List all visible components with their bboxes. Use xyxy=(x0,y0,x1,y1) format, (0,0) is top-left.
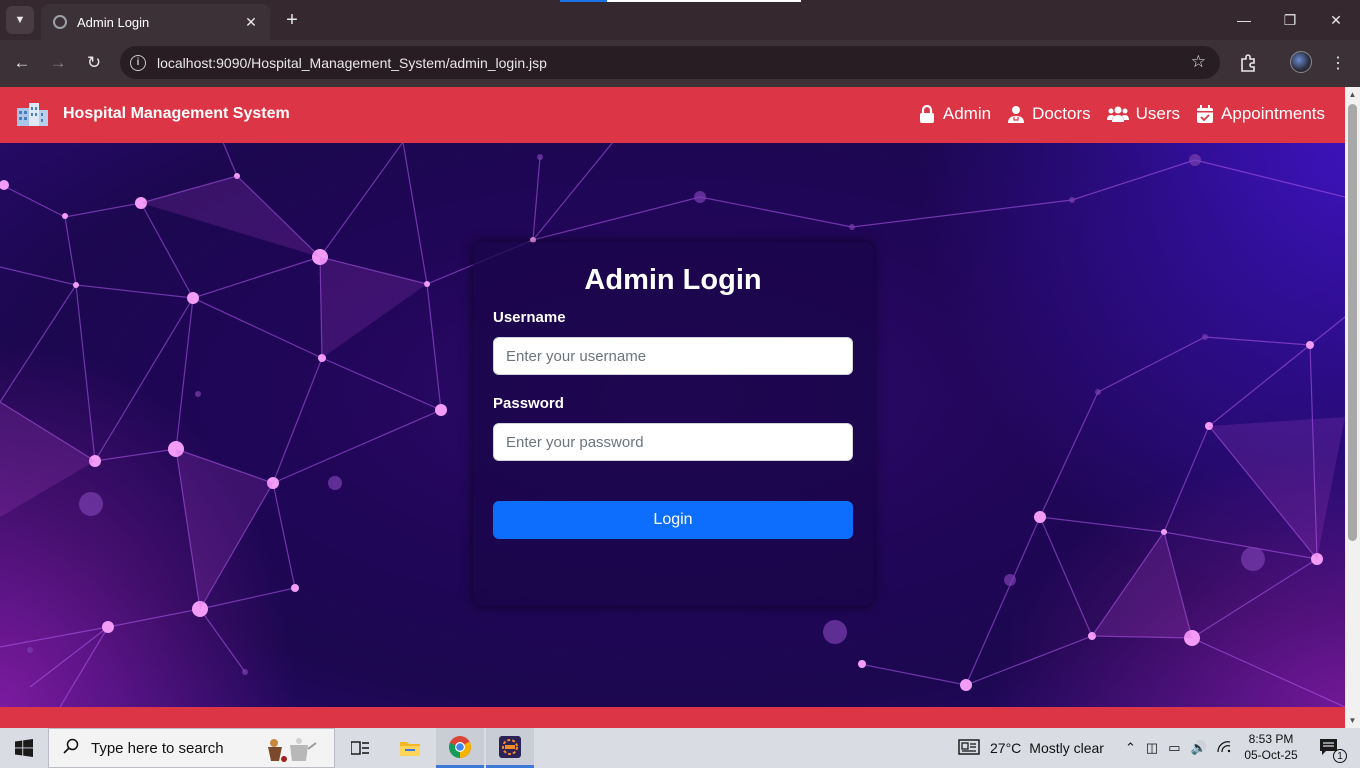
system-tray: ⌃ ◫ ▭ 🔊 xyxy=(1125,728,1231,768)
login-button[interactable]: Login xyxy=(493,501,853,539)
windows-start-button[interactable] xyxy=(0,728,48,768)
taskbar-search[interactable]: Type here to search xyxy=(48,728,335,768)
extensions-icon[interactable] xyxy=(1236,51,1260,75)
taskbar-clock[interactable]: 8:53 PM 05-Oct-25 xyxy=(1240,731,1302,763)
calendar-check-icon xyxy=(1196,105,1214,123)
notification-count-badge: 1 xyxy=(1333,749,1347,763)
task-view-icon[interactable] xyxy=(336,728,384,768)
nav-admin-label: Admin xyxy=(942,104,992,123)
users-icon xyxy=(1106,105,1129,123)
reload-button[interactable]: ↻ xyxy=(81,50,107,76)
volume-icon[interactable]: 🔊 xyxy=(1191,740,1207,756)
globe-icon xyxy=(53,15,67,29)
address-bar[interactable]: i localhost:9090/Hospital_Management_Sys… xyxy=(120,46,1220,79)
app-navbar: Hospital Management System Admin Doctors… xyxy=(0,87,1345,143)
windows-taskbar: Type here to search 27°C Mostly clear ⌃ … xyxy=(0,728,1360,768)
search-highlight-image xyxy=(268,738,317,762)
nav-doctors-label: Doctors xyxy=(1032,104,1091,123)
search-placeholder: Type here to search xyxy=(91,739,224,757)
nav-users-label: Users xyxy=(1135,104,1181,123)
close-tab-icon[interactable]: ✕ xyxy=(242,13,260,31)
nav-appointments-label: Appointments xyxy=(1221,104,1325,123)
address-url[interactable]: localhost:9090/Hospital_Management_Syste… xyxy=(157,55,547,71)
forward-button[interactable]: → xyxy=(45,50,71,76)
nav-admin[interactable]: Admin xyxy=(918,104,991,124)
login-card: Admin Login Username Password Login xyxy=(473,242,873,606)
scroll-down-arrow-icon[interactable]: ▼ xyxy=(1345,713,1360,728)
menu-kebab-icon[interactable]: ⋮ xyxy=(1326,51,1350,75)
tab-title: Admin Login xyxy=(77,14,150,30)
login-title: Admin Login xyxy=(584,264,762,296)
wifi-icon[interactable] xyxy=(1217,740,1231,756)
minimize-button[interactable]: — xyxy=(1221,0,1267,40)
file-explorer-icon[interactable] xyxy=(386,728,434,768)
browser-toolbar: ← → ↻ i localhost:9090/Hospital_Manageme… xyxy=(0,40,1360,87)
notifications-button[interactable]: 1 xyxy=(1310,728,1350,768)
nav-users[interactable]: Users xyxy=(1106,104,1181,124)
weather-temperature: 27°C xyxy=(990,740,1022,756)
brand-title[interactable]: Hospital Management System xyxy=(63,105,290,123)
nav-links: Admin Doctors Users Appointments xyxy=(918,104,1325,124)
network-icon[interactable]: ▭ xyxy=(1168,740,1180,756)
password-input[interactable] xyxy=(493,423,853,461)
profile-avatar[interactable] xyxy=(1290,51,1312,73)
weather-description: Mostly clear xyxy=(1029,740,1104,756)
ide-taskbar-icon[interactable] xyxy=(486,728,534,768)
windows-logo-icon xyxy=(15,739,33,757)
page-scrollbar[interactable]: ▲ ▼ xyxy=(1345,87,1360,728)
app-footer xyxy=(0,707,1345,728)
chrome-taskbar-icon[interactable] xyxy=(436,728,484,768)
page-viewport: Hospital Management System Admin Doctors… xyxy=(0,87,1345,707)
search-icon xyxy=(63,738,79,759)
weather-icon xyxy=(958,738,980,758)
bookmark-star-icon[interactable]: ☆ xyxy=(1191,52,1206,72)
scroll-thumb[interactable] xyxy=(1348,104,1357,541)
back-button[interactable]: ← xyxy=(9,50,35,76)
lock-icon xyxy=(918,105,936,123)
nav-appointments[interactable]: Appointments xyxy=(1196,104,1325,124)
chevron-down-icon: ▼ xyxy=(14,14,26,26)
tab-search-button[interactable]: ▼ xyxy=(6,6,34,34)
meet-now-icon[interactable]: ◫ xyxy=(1146,740,1158,756)
weather-widget[interactable]: 27°C Mostly clear xyxy=(958,728,1104,768)
browser-tab[interactable]: Admin Login ✕ xyxy=(41,4,270,40)
scroll-up-arrow-icon[interactable]: ▲ xyxy=(1345,87,1360,102)
chevron-up-icon[interactable]: ⌃ xyxy=(1125,740,1136,756)
clock-date: 05-Oct-25 xyxy=(1244,748,1298,762)
browser-tabstrip: ▼ Admin Login ✕ + — ❐ ✕ xyxy=(0,0,1360,40)
clock-time: 8:53 PM xyxy=(1248,732,1294,746)
username-input[interactable] xyxy=(493,337,853,375)
hospital-logo-icon[interactable] xyxy=(15,100,49,128)
password-label: Password xyxy=(493,395,564,412)
restore-button[interactable]: ❐ xyxy=(1267,0,1313,40)
user-doctor-icon xyxy=(1007,105,1025,123)
close-window-button[interactable]: ✕ xyxy=(1313,0,1359,40)
site-info-icon[interactable]: i xyxy=(130,54,146,71)
nav-doctors[interactable]: Doctors xyxy=(1007,104,1091,124)
loading-indicator xyxy=(560,0,801,2)
username-label: Username xyxy=(493,309,566,326)
new-tab-button[interactable]: + xyxy=(280,8,304,32)
